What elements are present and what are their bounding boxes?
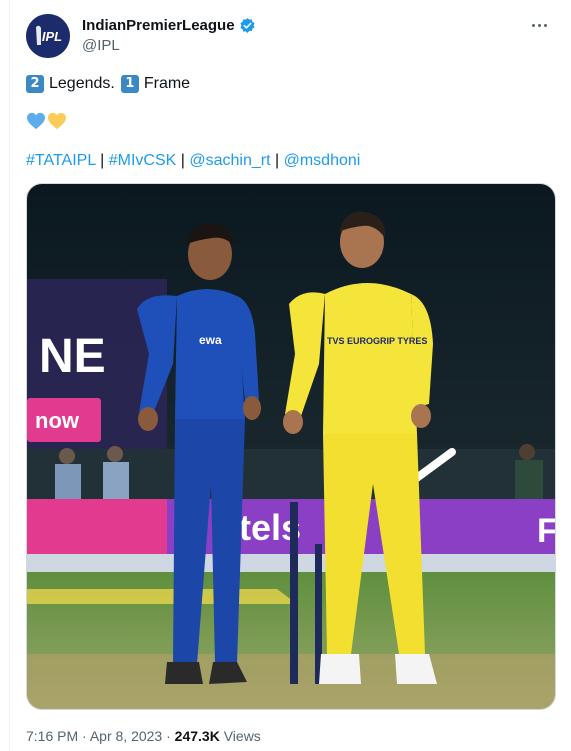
mention-link-sachin[interactable]: @sachin_rt xyxy=(189,152,270,169)
more-dot-icon xyxy=(537,23,541,27)
timeline-border xyxy=(9,0,10,751)
tweet-word: Legends. xyxy=(49,75,115,92)
hashtag-link-tataipl[interactable]: #TATAIPL xyxy=(26,152,96,169)
board-text-right: F xyxy=(537,512,556,550)
tweet-date[interactable]: Apr 8, 2023 xyxy=(90,728,162,744)
meta-dot: · xyxy=(166,728,171,744)
tweet-text-line-1: 2 Legends. 1 Frame xyxy=(26,74,190,94)
board-text-left: NE xyxy=(39,330,106,383)
jersey-right-brand: TVS EUROGRIP TYRES xyxy=(327,336,427,346)
separator: | xyxy=(100,152,105,169)
author-name-row: IndianPremierLeague xyxy=(82,17,256,34)
more-options-button[interactable] xyxy=(524,14,554,36)
tweet-photo[interactable]: NE now otels F ewa TVS EUROGRIP TYRES xyxy=(26,183,556,710)
tweet-time[interactable]: 7:16 PM xyxy=(26,728,78,744)
board-text-now: now xyxy=(35,408,80,433)
tweet-word: Frame xyxy=(143,75,191,92)
mention-link-msdhoni[interactable]: @msdhoni xyxy=(284,152,361,169)
avatar-logo-text: IPL xyxy=(42,29,62,44)
tweet-meta: 7:16 PM · Apr 8, 2023 · 247.3K Views xyxy=(26,728,261,744)
handle[interactable]: @IPL xyxy=(82,37,120,54)
display-name[interactable]: IndianPremierLeague xyxy=(82,17,235,34)
verified-badge-icon xyxy=(240,18,255,33)
jersey-left-brand: ewa xyxy=(199,333,222,347)
separator: | xyxy=(180,152,185,169)
more-dot-icon xyxy=(531,23,535,27)
meta-dot: · xyxy=(82,728,87,744)
keycap-one-icon: 1 xyxy=(120,75,139,93)
tweet-text-line-2 xyxy=(26,112,67,130)
yellow-heart-icon xyxy=(48,112,66,130)
views-count: 247.3K xyxy=(174,728,220,744)
keycap-two-icon: 2 xyxy=(26,75,44,93)
hashtag-link-mivcsk[interactable]: #MIvCSK xyxy=(109,152,177,169)
avatar[interactable]: IPL xyxy=(26,14,70,58)
more-dot-icon xyxy=(543,23,547,27)
blue-heart-icon xyxy=(27,112,45,130)
tweet-text-line-3: #TATAIPL | #MIvCSK | @sachin_rt | @msdho… xyxy=(26,151,360,171)
separator: | xyxy=(274,152,280,169)
views-label: Views xyxy=(223,728,261,744)
